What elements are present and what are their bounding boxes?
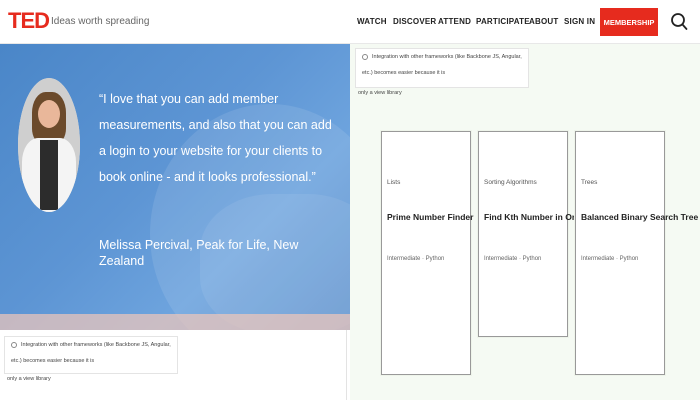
card-category: Sorting Algorithms [484,179,537,186]
search-icon[interactable] [670,12,688,32]
card-meta: Intermediate · Python [581,256,639,262]
divider [346,330,347,400]
card-title[interactable]: Balanced Binary Search Tree [581,212,698,222]
note-overflow-text: only a view library [7,376,51,382]
hero-bottom-strip [0,314,350,330]
testimonial-quote: “I love that you can add member measurem… [99,92,332,184]
card-title[interactable]: Find Kth Number in Order [484,212,588,222]
nav-participate[interactable]: PARTICIPATE [476,17,530,27]
nav-attend[interactable]: ATTEND [438,17,471,27]
avatar [18,78,80,212]
info-note-top: Integration with other frameworks (like … [355,48,529,88]
card-category: Lists [387,179,401,186]
info-note-bottom: Integration with other frameworks (like … [4,336,178,374]
card-meta: Intermediate · Python [387,256,445,262]
card-meta: Intermediate · Python [484,256,542,262]
problem-card[interactable]: Sorting Algorithms Find Kth Number in Or… [478,131,588,337]
note-text: Integration with other frameworks (like … [11,342,171,364]
radio-icon[interactable] [11,341,17,348]
problem-card[interactable]: Trees Balanced Binary Search Tree Interm… [575,131,698,375]
site-header: TED Ideas worth spreading WATCH DISCOVER… [0,0,700,44]
tagline: Ideas worth spreading [51,16,150,27]
nav-watch[interactable]: WATCH [357,17,387,27]
membership-button[interactable]: MEMBERSHIP [600,8,658,36]
radio-icon[interactable] [362,53,368,60]
note-overflow-text: only a view library [358,90,402,96]
ted-logo[interactable]: TED [8,10,50,32]
card-category: Trees [581,179,598,186]
problem-card[interactable]: Lists Prime Number Finder Intermediate ·… [381,131,473,375]
testimonial-author: Melissa Percival, Peak for Life, New Zea… [99,238,299,268]
testimonial-hero: “I love that you can add member measurem… [0,44,350,330]
card-title[interactable]: Prime Number Finder [387,212,473,222]
nav-discover[interactable]: DISCOVER [393,17,436,27]
nav-about[interactable]: ABOUT [529,17,558,27]
note-text: Integration with other frameworks (like … [362,54,522,76]
nav-sign-in[interactable]: SIGN IN [564,17,595,27]
